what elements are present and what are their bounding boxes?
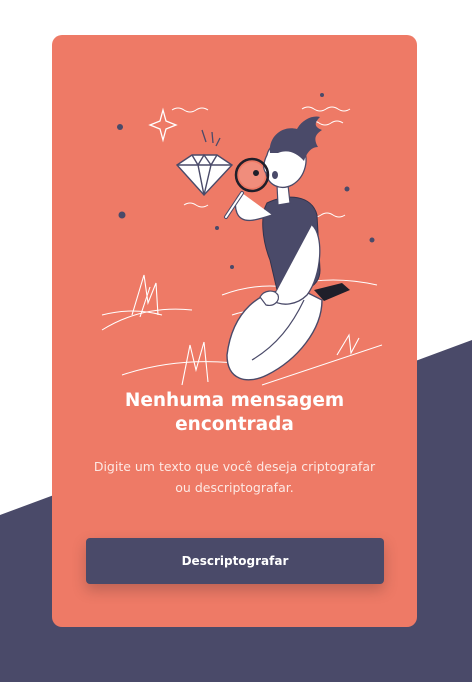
empty-state-title: Nenhuma mensagem encontrada <box>124 390 345 435</box>
diamond-inspection-illustration <box>101 93 383 386</box>
decrypt-button[interactable]: Descriptografar <box>86 538 384 584</box>
empty-state-description: Digite um texto que você deseja criptogr… <box>93 459 376 495</box>
empty-state-card: Nenhuma mensagem encontrada Digite um te… <box>52 35 417 627</box>
